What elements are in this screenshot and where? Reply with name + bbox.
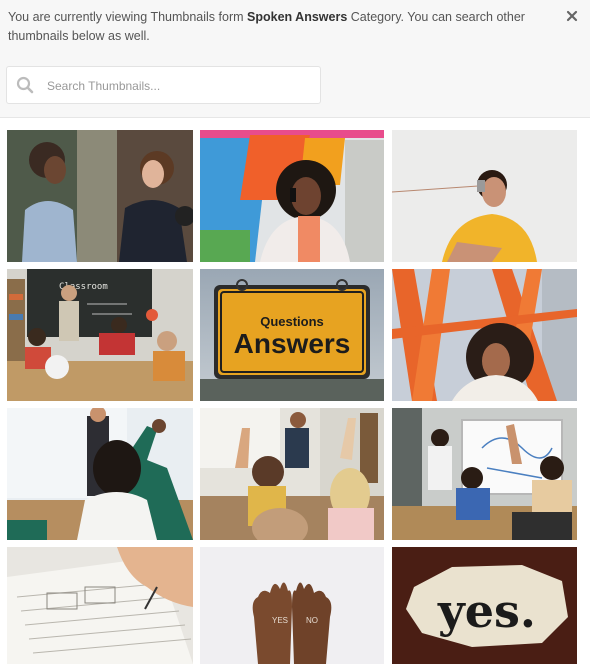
thumb-yes-text: yes. (437, 584, 536, 638)
thumb-man-tin-can-phone[interactable] (392, 130, 577, 262)
notice-prefix: You are currently viewing Thumbnails for… (8, 10, 248, 24)
notice-bar: You are currently viewing Thumbnails for… (0, 0, 590, 118)
thumb-yes-paper[interactable]: yes. (392, 547, 577, 664)
search-box[interactable] (6, 66, 321, 105)
notice-text: You are currently viewing Thumbnails for… (8, 8, 548, 46)
thumb-hands-yes-no[interactable]: YES NO (200, 547, 384, 664)
thumb-classroom-blackboard[interactable]: Classroom (7, 269, 193, 401)
thumb-hand-text-yes: YES (272, 616, 288, 625)
thumbnail-grid: Classroom Questions Answers YES NO yes. (0, 117, 590, 664)
thumb-sign-answers: Answers (234, 328, 351, 359)
thumb-woman-on-phone[interactable] (200, 130, 384, 262)
thumb-writing-test[interactable] (7, 547, 193, 664)
thumb-hand-text-no: NO (306, 616, 318, 625)
thumb-questions-answers-sign[interactable]: Questions Answers (200, 269, 384, 401)
thumb-classroom-hands-raised[interactable] (200, 408, 384, 540)
search-icon (16, 76, 34, 94)
thumb-whiteboard-lesson[interactable] (392, 408, 577, 540)
notice-category: Spoken Answers (247, 10, 348, 24)
thumb-student-raising-hand[interactable] (7, 408, 193, 540)
thumb-sign-questions: Questions (260, 314, 324, 329)
thumb-woman-orange-structure[interactable] (392, 269, 577, 401)
search-input[interactable] (45, 67, 314, 105)
close-icon[interactable] (564, 8, 580, 24)
thumb-two-women-talking[interactable] (7, 130, 193, 262)
